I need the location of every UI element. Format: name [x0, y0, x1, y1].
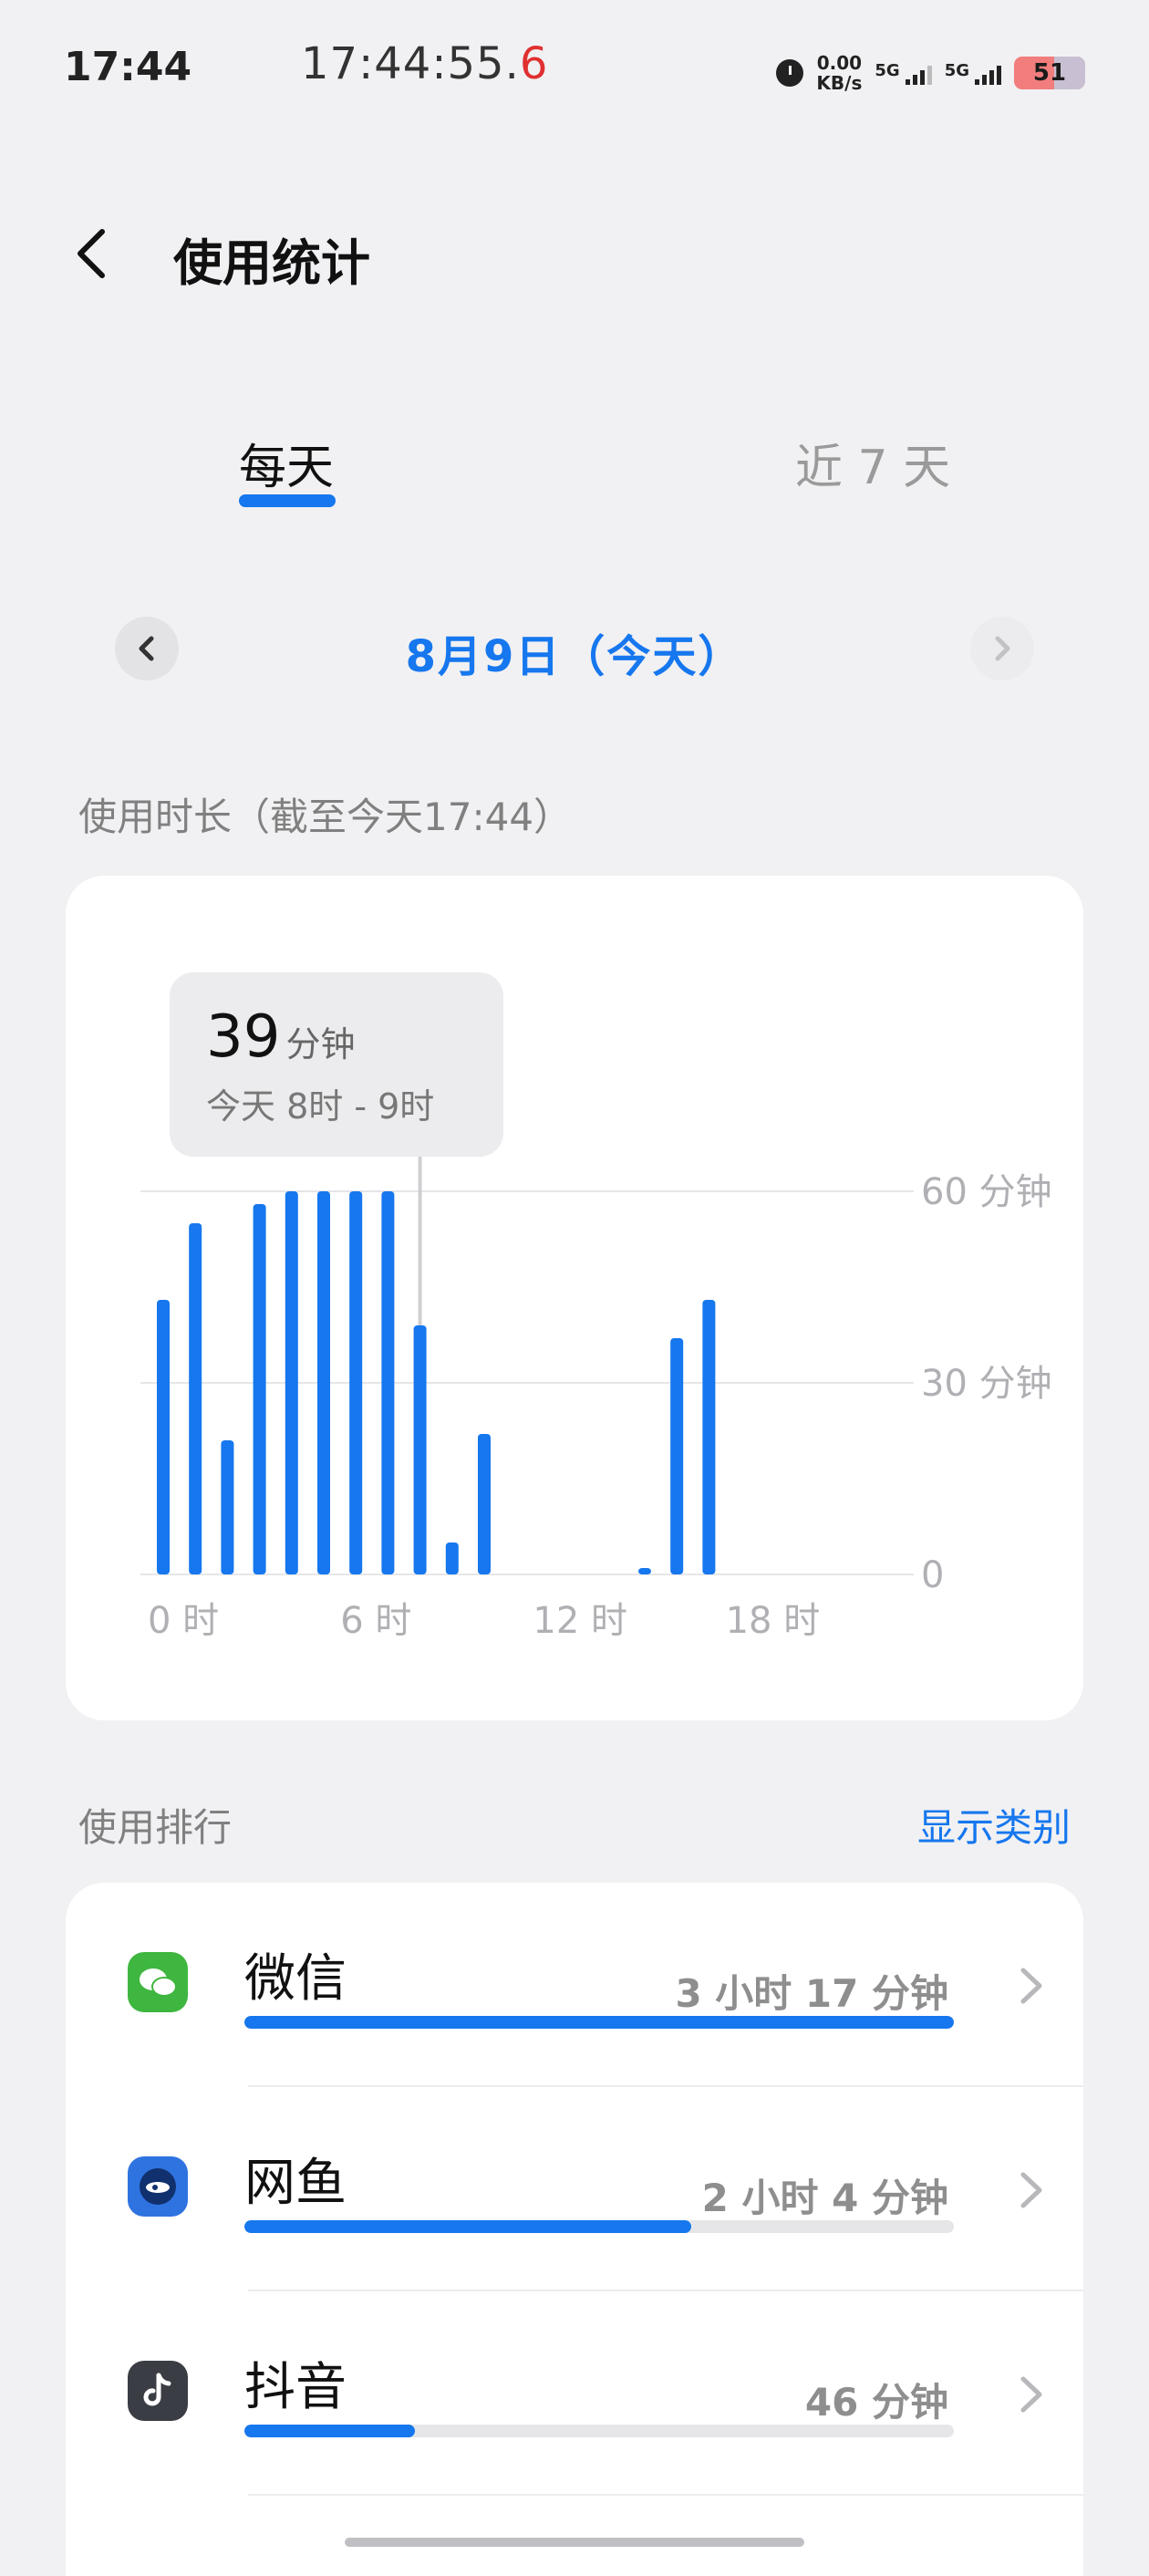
- battery-icon: 51: [1014, 57, 1085, 89]
- usage-progress-bar: [244, 2220, 954, 2233]
- chart-bar: [189, 1223, 202, 1574]
- page-title: 使用统计: [173, 234, 370, 292]
- chart-bar: [478, 1434, 491, 1574]
- clock-tenth: 6: [519, 38, 549, 89]
- divider: [248, 2494, 1083, 2496]
- status-seconds-clock: 17:44:55.6: [301, 38, 548, 89]
- chart-bar: [381, 1191, 395, 1574]
- sim1-signal: 5G: [875, 61, 932, 85]
- y-tick-label: 30 分钟: [921, 1363, 1052, 1405]
- app-duration: 3 小时 17 分钟: [675, 1971, 948, 2016]
- tab-daily[interactable]: 每天: [239, 429, 334, 497]
- chevron-left-icon: [78, 229, 105, 278]
- tab-selected-indicator: [239, 494, 336, 507]
- tooltip-unit: 分钟: [285, 1024, 356, 1065]
- x-tick-label: 0 时: [148, 1600, 219, 1642]
- chart-bar: [638, 1568, 651, 1574]
- sim2-network-type: 5G: [944, 61, 969, 80]
- chart-bar: [445, 1542, 459, 1574]
- chart-bar: [317, 1191, 330, 1574]
- show-category-button[interactable]: 显示类别: [917, 1797, 1071, 1853]
- chart-bar: [157, 1300, 170, 1574]
- x-tick-label: 6 时: [340, 1600, 411, 1642]
- signal-icon: [905, 61, 932, 85]
- tab-last-7-days[interactable]: 近 7 天: [795, 429, 950, 497]
- chart-bar: [413, 1325, 427, 1574]
- list-item[interactable]: 微信 3 小时 17 分钟: [66, 1883, 1083, 2087]
- app-name: 抖音: [244, 2358, 347, 2417]
- usage-duration-label: 使用时长（截至今天17:44）: [78, 795, 573, 839]
- wangyu-icon: [128, 2156, 188, 2217]
- usage-progress-fill: [244, 2425, 415, 2437]
- status-indicators: 0.00 KB/s 5G 5G 51: [776, 46, 1085, 100]
- y-tick-label: 0: [921, 1554, 944, 1596]
- app-duration: 2 小时 4 分钟: [701, 2176, 948, 2220]
- battery-level: 51: [1032, 59, 1067, 87]
- chart-bar: [702, 1300, 716, 1574]
- app-name: 微信: [244, 1949, 347, 2009]
- tooltip-value-row: 39 分钟: [206, 1003, 355, 1071]
- chevron-right-icon: [1020, 2376, 1042, 2413]
- alarm-icon: [776, 59, 804, 87]
- app-duration: 46 分钟: [804, 2380, 948, 2425]
- chevron-right-icon: [1020, 1968, 1042, 2004]
- chevron-right-icon: [995, 636, 1010, 661]
- list-item[interactable]: 抖音 46 分钟: [66, 2291, 1083, 2496]
- usage-progress-bar: [244, 2425, 954, 2437]
- usage-progress-bar: [244, 2016, 954, 2029]
- next-day-button[interactable]: [970, 617, 1034, 680]
- chart-bar: [670, 1338, 684, 1574]
- list-item[interactable]: 网鱼 2 小时 4 分钟: [66, 2087, 1083, 2291]
- chart-bar: [253, 1204, 266, 1574]
- chart-bar: [221, 1440, 234, 1574]
- network-speed: 0.00 KB/s: [816, 53, 862, 93]
- tooltip-time-range: 今天 8时 - 9时: [206, 1086, 435, 1127]
- douyin-icon: [128, 2361, 188, 2421]
- usage-ranking-label: 使用排行: [78, 1805, 233, 1850]
- app-name: 网鱼: [244, 2154, 347, 2213]
- x-tick-label: 18 时: [726, 1600, 821, 1642]
- sim2-signal: 5G: [945, 61, 1001, 85]
- clock-main: 17:44:55.: [301, 38, 520, 89]
- chart-bar: [285, 1191, 298, 1574]
- signal-icon: [975, 61, 1001, 85]
- y-tick-label: 60 分钟: [921, 1171, 1052, 1213]
- wechat-icon: [128, 1952, 188, 2012]
- network-speed-value: 0.00: [816, 52, 863, 74]
- usage-progress-fill: [244, 2220, 692, 2233]
- network-speed-unit: KB/s: [816, 72, 863, 94]
- x-tick-label: 12 时: [533, 1600, 627, 1642]
- chart-bar: [349, 1191, 363, 1574]
- home-indicator[interactable]: [345, 2538, 804, 2547]
- status-time: 17:44: [64, 44, 192, 90]
- chevron-right-icon: [1020, 2172, 1042, 2208]
- usage-progress-fill: [244, 2016, 954, 2029]
- back-button[interactable]: [73, 226, 109, 281]
- tooltip-value: 39: [206, 1003, 281, 1071]
- sim1-network-type: 5G: [875, 61, 900, 80]
